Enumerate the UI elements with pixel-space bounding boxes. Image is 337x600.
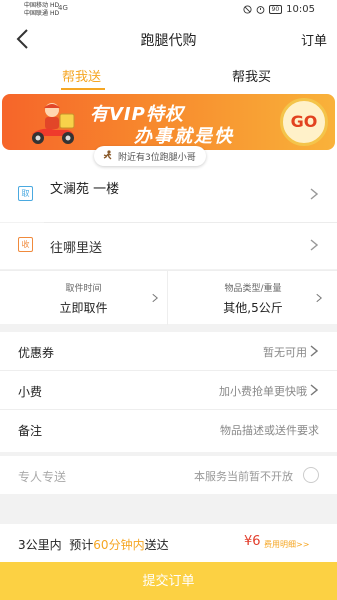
fee-detail-link[interactable]: 费用明细>>	[264, 539, 309, 550]
status-bar: 中国移动 HD 中国联通 HD 4G 90 10:05	[0, 0, 337, 20]
tab-send[interactable]: 帮我送	[62, 66, 101, 85]
pickup-time-value: 立即取件	[59, 301, 108, 315]
active-tab-indicator	[61, 88, 105, 90]
promo-area: 有VIP特权 办事就是快 GO 附近有3位跑腿小哥	[0, 92, 337, 170]
tip-value: 加小费抢单更快哦	[219, 385, 307, 398]
page-title: 跑腿代购	[140, 33, 197, 49]
chevron-right-icon	[152, 293, 158, 303]
carrier-info: 中国移动 HD 中国联通 HD	[24, 2, 59, 18]
pickup-address-row[interactable]: 取 文澜苑 一楼	[0, 170, 337, 222]
nearby-text: 附近有3位跑腿小哥	[118, 152, 196, 163]
nearby-runners-pill: 附近有3位跑腿小哥	[94, 146, 206, 166]
submit-label: 提交订单	[142, 573, 195, 588]
headline-prefix: 有	[90, 104, 109, 125]
clock: 10:05	[286, 4, 315, 15]
mute-icon	[242, 5, 252, 14]
price: ¥6	[244, 534, 261, 549]
status-right: 90 10:05	[242, 4, 315, 15]
item-type-cell[interactable]: 物品类型/重量 其他,5公斤	[169, 271, 337, 325]
coupon-value: 暂无可用	[263, 346, 307, 359]
tab-buy[interactable]: 帮我买	[232, 66, 271, 85]
estimate-prefix: 预计	[69, 538, 94, 552]
private-delivery-label: 专人专送	[18, 470, 67, 484]
runner-icon	[103, 150, 112, 160]
delivery-address-text: 往哪里送	[50, 241, 103, 256]
delivery-estimate: 3公里内 预计60分钟内送达	[18, 536, 169, 553]
chevron-right-icon	[316, 293, 322, 303]
chevron-right-icon	[310, 188, 318, 200]
estimate-highlight: 60分钟内	[93, 538, 145, 552]
private-delivery-row: 专人专送 本服务当前暂不开放	[0, 456, 337, 494]
tip-label: 小费	[18, 385, 43, 399]
tip-row[interactable]: 小费 加小费抢单更快哦	[0, 371, 337, 410]
battery-indicator: 90	[268, 5, 283, 14]
note-label: 备注	[18, 424, 43, 438]
delivery-tag: 收	[18, 237, 33, 252]
order-summary: 3公里内 预计60分钟内送达 ¥6 费用明细>>	[0, 524, 337, 562]
distance-text: 3公里内	[18, 538, 62, 552]
private-delivery-toggle[interactable]	[303, 467, 319, 483]
mode-tabs: 帮我送 帮我买	[0, 58, 337, 92]
chevron-right-icon	[310, 239, 318, 251]
carrier-2: 中国联通	[24, 10, 49, 17]
carrier-1: 中国移动	[24, 2, 49, 9]
item-type-value: 其他,5公斤	[223, 301, 283, 315]
orders-link[interactable]: 订单	[301, 30, 327, 49]
pickup-address-text: 文澜苑 一楼	[50, 182, 120, 197]
banner-slogan: 办事就是快	[134, 126, 234, 147]
vip-banner[interactable]: 有VIP特权 办事就是快 GO	[2, 94, 335, 150]
coupon-row[interactable]: 优惠券 暂无可用	[0, 332, 337, 371]
note-value[interactable]: 物品描述或送件要求	[220, 422, 319, 438]
estimate-suffix: 送达	[144, 538, 169, 552]
coupon-label: 优惠券	[18, 346, 55, 360]
alarm-icon	[256, 6, 264, 14]
nav-bar: 跑腿代购 订单	[0, 20, 337, 58]
pickup-tag: 取	[18, 186, 33, 201]
submit-order-button[interactable]: 提交订单	[0, 562, 337, 600]
note-row[interactable]: 备注 物品描述或送件要求	[0, 410, 337, 449]
pickup-details: 取件时间 立即取件 物品类型/重量 其他,5公斤	[0, 270, 337, 325]
private-delivery-status: 本服务当前暂不开放	[194, 470, 293, 483]
pickup-time-label: 取件时间	[65, 284, 102, 294]
pickup-time-cell[interactable]: 取件时间 立即取件	[0, 271, 168, 325]
chevron-right-icon	[310, 384, 318, 396]
go-button[interactable]: GO	[280, 98, 328, 146]
order-options: 优惠券 暂无可用 小费 加小费抢单更快哦 备注 物品描述或送件要求	[0, 332, 337, 452]
network-type: 4G	[58, 4, 68, 12]
go-label: GO	[290, 112, 318, 131]
delivery-rider-icon	[32, 103, 75, 144]
item-type-label: 物品类型/重量	[224, 284, 282, 294]
chevron-right-icon	[310, 345, 318, 357]
delivery-address-row[interactable]: 收 往哪里送	[0, 223, 337, 269]
